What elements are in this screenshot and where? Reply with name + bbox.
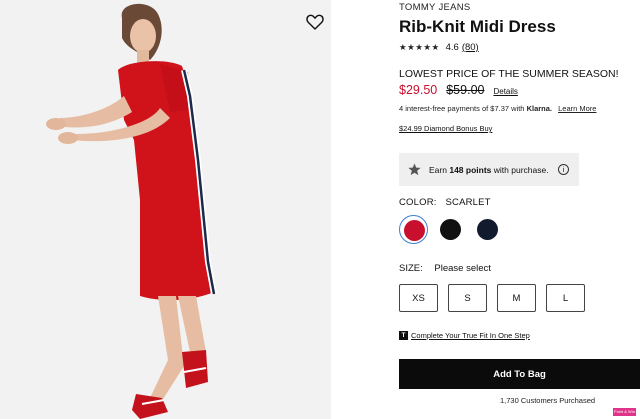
points-text: Earn 148 points with purchase. (429, 165, 549, 175)
true-fit-link[interactable]: T Complete Your True Fit In One Step (399, 331, 530, 340)
points-amount: 148 points (449, 164, 492, 175)
add-to-bag-button[interactable]: Add To Bag (399, 359, 640, 389)
star-rating-icon: ★★★★★ (399, 42, 440, 52)
customers-purchased: 1,730 Customers Purchased (500, 396, 596, 405)
brand-link[interactable]: TOMMY JEANS (399, 2, 471, 13)
swatch-navy[interactable] (473, 215, 502, 244)
info-circle-icon[interactable]: i (558, 164, 569, 175)
point-win-badge[interactable]: Point & Win (613, 408, 636, 416)
model-photo (0, 0, 331, 419)
color-label: COLOR: SCARLET (399, 197, 491, 208)
bonus-buy-link[interactable]: $24.99 Diamond Bonus Buy (399, 124, 492, 133)
color-label-prefix: COLOR: (399, 197, 437, 208)
price-details-link[interactable]: Details (493, 87, 517, 96)
review-count-link[interactable]: (80) (462, 42, 479, 53)
heart-outline-icon[interactable] (305, 12, 325, 32)
color-swatches (399, 215, 510, 244)
sale-price: $29.50 (399, 83, 438, 97)
size-label-prefix: SIZE: (399, 263, 423, 274)
size-prompt: Please select (434, 263, 491, 274)
true-fit-text[interactable]: Complete Your True Fit In One Step (411, 331, 530, 340)
swatch-scarlet[interactable] (399, 215, 428, 244)
promo-banner: LOWEST PRICE OF THE SUMMER SEASON! (399, 68, 619, 80)
learn-more-link[interactable]: Learn More (558, 104, 596, 113)
product-image (0, 0, 331, 419)
points-banner: Earn 148 points with purchase. i (399, 153, 579, 186)
points-prefix: Earn (429, 164, 447, 175)
installments-text: 4 interest-free payments of $7.37 with (399, 104, 525, 113)
size-button-l[interactable]: L (546, 284, 585, 312)
original-price: $59.00 (446, 83, 485, 97)
rating-summary[interactable]: ★★★★★ 4.6 (80) (399, 42, 479, 53)
size-options: XS S M L (399, 284, 595, 312)
points-suffix: with purchase. (493, 164, 549, 175)
true-fit-icon: T (399, 331, 408, 340)
size-button-xs[interactable]: XS (399, 284, 438, 312)
price-row: $29.50 $59.00 Details (399, 83, 518, 97)
star-icon (408, 163, 421, 176)
size-button-s[interactable]: S (448, 284, 487, 312)
selected-color-name: SCARLET (445, 197, 491, 208)
product-title: Rib-Knit Midi Dress (399, 17, 556, 36)
size-button-m[interactable]: M (497, 284, 536, 312)
size-label: SIZE: Please select (399, 263, 491, 274)
klarna-logo: Klarna. (526, 104, 553, 113)
installments-info: 4 interest-free payments of $7.37 with K… (399, 104, 596, 113)
rating-value: 4.6 (445, 42, 459, 53)
swatch-black[interactable] (436, 215, 465, 244)
